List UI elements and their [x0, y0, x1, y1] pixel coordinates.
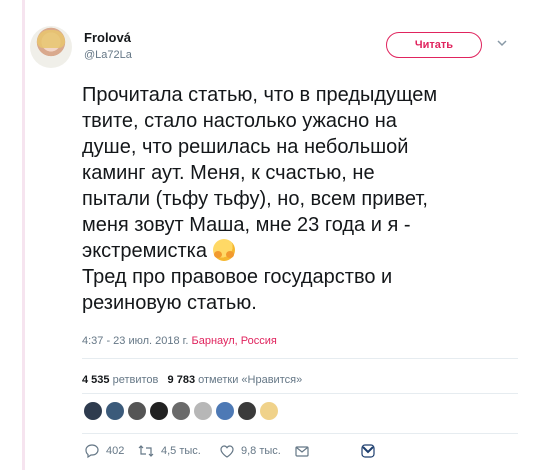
tweet-text-part2: Тред про правовое государство и резинову…: [82, 266, 393, 314]
reply-button[interactable]: 402: [84, 443, 124, 459]
retweet-icon: [137, 443, 155, 459]
retweet-button[interactable]: 4,5 тыс.: [137, 443, 201, 459]
divider: [82, 433, 518, 434]
envelope-icon: [294, 443, 310, 459]
liker-avatar[interactable]: [260, 402, 278, 420]
retweets-count[interactable]: 4 535: [82, 374, 110, 386]
retweets-label[interactable]: ретвитов: [113, 374, 159, 386]
liker-avatar[interactable]: [216, 402, 234, 420]
liker-avatar[interactable]: [150, 402, 168, 420]
liker-avatar[interactable]: [106, 402, 124, 420]
liker-avatar[interactable]: [238, 402, 256, 420]
engagement-stats: 4 535 ретвитов 9 783 отметки «Нравится»: [82, 374, 302, 386]
likers-avatars: [84, 402, 278, 420]
liker-avatar[interactable]: [194, 402, 212, 420]
likes-count[interactable]: 9 783: [168, 374, 196, 386]
chevron-down-icon[interactable]: [497, 38, 507, 47]
divider: [82, 358, 518, 359]
liker-avatar[interactable]: [128, 402, 146, 420]
retweet-count: 4,5 тыс.: [161, 445, 201, 457]
reply-count: 402: [106, 445, 125, 457]
thread-line: [22, 0, 25, 470]
heart-icon: [219, 443, 235, 459]
handle[interactable]: @La72La: [84, 49, 132, 61]
like-button[interactable]: 9,8 тыс.: [219, 443, 281, 459]
display-name[interactable]: Frolová: [84, 30, 131, 45]
hugging-face-emoji-icon: [212, 239, 235, 261]
divider: [82, 393, 518, 394]
liker-avatar[interactable]: [172, 402, 190, 420]
tweet-meta: 4:37 - 23 июл. 2018 г. Барнаул, Россия: [82, 335, 277, 347]
share-button[interactable]: [360, 443, 376, 459]
direct-message-button[interactable]: [294, 443, 310, 459]
tweet-card: Frolová @La72La Читать Прочитала статью,…: [0, 0, 540, 470]
follow-button[interactable]: Читать: [386, 32, 482, 58]
tweet-text: Прочитала статью, что в предыдущем твите…: [82, 82, 512, 316]
avatar[interactable]: [30, 26, 72, 68]
liker-avatar[interactable]: [84, 402, 102, 420]
likes-label[interactable]: отметки «Нравится»: [198, 374, 302, 386]
tweet-text-part1: Прочитала статью, что в предыдущем твите…: [82, 84, 438, 262]
like-count: 9,8 тыс.: [241, 445, 281, 457]
location[interactable]: Барнаул, Россия: [191, 335, 276, 347]
share-icon: [360, 443, 376, 459]
timestamp[interactable]: 4:37 - 23 июл. 2018 г.: [82, 335, 188, 347]
tweet-actions: 402 4,5 тыс. 9,8 тыс.: [84, 443, 504, 461]
reply-icon: [84, 443, 100, 459]
